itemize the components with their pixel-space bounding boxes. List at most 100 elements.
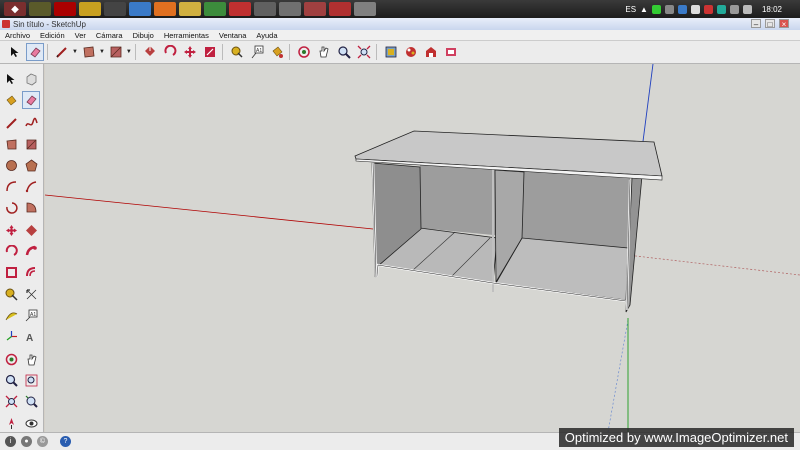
taskbar-app-6[interactable] xyxy=(129,2,151,16)
pencil-icon[interactable] xyxy=(2,114,20,132)
select-icon[interactable] xyxy=(2,70,20,88)
orbit-tool-icon[interactable] xyxy=(295,43,313,61)
rotate-tool-icon[interactable] xyxy=(161,43,179,61)
3d-viewport[interactable] xyxy=(45,64,800,432)
tray-app-icon[interactable] xyxy=(677,4,687,14)
pan-icon[interactable] xyxy=(22,350,40,368)
close-button[interactable]: × xyxy=(779,19,789,29)
materials-tool-icon[interactable] xyxy=(402,43,420,61)
tape-measure-tool-icon[interactable] xyxy=(228,43,246,61)
component-icon[interactable] xyxy=(22,70,40,88)
select-tool-icon[interactable] xyxy=(6,43,24,61)
credits-icon[interactable]: i xyxy=(5,436,16,447)
menu-ver[interactable]: Ver xyxy=(70,31,91,40)
tray-app-icon[interactable] xyxy=(664,4,674,14)
network-icon[interactable] xyxy=(729,4,739,14)
toolbar-separator xyxy=(375,44,377,60)
tray-app-icon[interactable] xyxy=(703,4,713,14)
volume-icon[interactable] xyxy=(742,4,752,14)
push-pull-icon[interactable] xyxy=(22,221,40,239)
move-icon[interactable] xyxy=(2,221,20,239)
rotate-icon[interactable] xyxy=(2,242,20,260)
protractor-icon[interactable] xyxy=(2,306,20,324)
tray-app-icon[interactable] xyxy=(690,4,700,14)
taskbar-app-13[interactable] xyxy=(304,2,326,16)
maximize-button[interactable]: □ xyxy=(765,19,775,29)
rectangle-icon[interactable] xyxy=(2,135,20,153)
polygon-icon[interactable] xyxy=(22,156,40,174)
extension-tool-icon[interactable] xyxy=(442,43,460,61)
menu-ayuda[interactable]: Ayuda xyxy=(251,31,282,40)
components-tool-icon[interactable] xyxy=(382,43,400,61)
language-indicator[interactable]: ES xyxy=(625,5,636,14)
rectangle-tool-icon[interactable] xyxy=(80,43,98,61)
paint-icon[interactable] xyxy=(2,91,20,109)
taskbar-app-15[interactable] xyxy=(354,2,376,16)
tray-app-icon[interactable] xyxy=(716,4,726,14)
taskbar-app-10[interactable] xyxy=(229,2,251,16)
shape-tool-icon[interactable] xyxy=(107,43,125,61)
tray-chevron-icon[interactable]: ▲ xyxy=(640,5,648,14)
pencil-tool-icon[interactable] xyxy=(53,43,71,61)
menu-ventana[interactable]: Ventana xyxy=(214,31,252,40)
3d-text-icon[interactable]: A xyxy=(22,327,40,345)
scale-tool-icon[interactable] xyxy=(201,43,219,61)
start-button[interactable]: ◆ xyxy=(4,2,26,16)
tray-app-icon[interactable] xyxy=(651,4,661,14)
three-point-arc-icon[interactable] xyxy=(22,198,40,216)
zoom-tool-icon[interactable] xyxy=(335,43,353,61)
info-icon[interactable]: © xyxy=(37,436,48,447)
taskbar-app-7[interactable] xyxy=(154,2,176,16)
eraser-icon[interactable] xyxy=(22,91,40,109)
help-icon[interactable]: ? xyxy=(60,436,71,447)
user-icon[interactable]: ● xyxy=(21,436,32,447)
tape-measure-icon[interactable] xyxy=(2,285,20,303)
taskbar-app-8[interactable] xyxy=(179,2,201,16)
follow-me-icon[interactable] xyxy=(22,242,40,260)
rotated-rectangle-icon[interactable] xyxy=(22,135,40,153)
move-tool-icon[interactable] xyxy=(181,43,199,61)
taskbar-app-12[interactable] xyxy=(279,2,301,16)
menu-archivo[interactable]: Archivo xyxy=(0,31,35,40)
pie-icon[interactable] xyxy=(22,177,40,195)
scale-icon[interactable] xyxy=(2,263,20,281)
eraser-tool-icon[interactable] xyxy=(26,43,44,61)
taskbar-app-4[interactable] xyxy=(79,2,101,16)
text-icon[interactable]: A1 xyxy=(22,306,40,324)
zoom-extents-icon[interactable] xyxy=(2,392,20,410)
axes-icon[interactable] xyxy=(2,327,20,345)
shape-dropdown-icon[interactable]: ▼ xyxy=(126,49,132,55)
clock[interactable]: 18:02 xyxy=(762,5,782,14)
taskbar-app-5[interactable] xyxy=(104,2,126,16)
paint-bucket-tool-icon[interactable] xyxy=(268,43,286,61)
two-point-arc-icon[interactable] xyxy=(2,198,20,216)
zoom-window-icon[interactable] xyxy=(22,371,40,389)
freehand-icon[interactable] xyxy=(22,114,40,132)
previous-view-icon[interactable] xyxy=(22,392,40,410)
minimize-button[interactable]: – xyxy=(751,19,761,29)
dimension-icon[interactable] xyxy=(22,285,40,303)
menu-camara[interactable]: Cámara xyxy=(91,31,128,40)
menu-herramientas[interactable]: Herramientas xyxy=(159,31,214,40)
taskbar-app-3[interactable] xyxy=(54,2,76,16)
menu-edicion[interactable]: Edición xyxy=(35,31,70,40)
menu-dibujo[interactable]: Dibujo xyxy=(128,31,159,40)
taskbar-app-2[interactable] xyxy=(29,2,51,16)
taskbar-app-11[interactable] xyxy=(254,2,276,16)
push-pull-tool-icon[interactable] xyxy=(141,43,159,61)
warehouse-tool-icon[interactable] xyxy=(422,43,440,61)
look-around-icon[interactable] xyxy=(22,414,40,432)
text-tool-icon[interactable]: A1 xyxy=(248,43,266,61)
position-camera-icon[interactable] xyxy=(2,414,20,432)
arc-icon[interactable] xyxy=(2,177,20,195)
pencil-dropdown-icon[interactable]: ▼ xyxy=(72,49,78,55)
zoom-icon[interactable] xyxy=(2,371,20,389)
taskbar-app-14[interactable] xyxy=(329,2,351,16)
taskbar-app-9[interactable] xyxy=(204,2,226,16)
rectangle-dropdown-icon[interactable]: ▼ xyxy=(99,49,105,55)
circle-icon[interactable] xyxy=(2,156,20,174)
offset-icon[interactable] xyxy=(22,263,40,281)
orbit-icon[interactable] xyxy=(2,350,20,368)
zoom-extents-tool-icon[interactable] xyxy=(355,43,373,61)
pan-tool-icon[interactable] xyxy=(315,43,333,61)
